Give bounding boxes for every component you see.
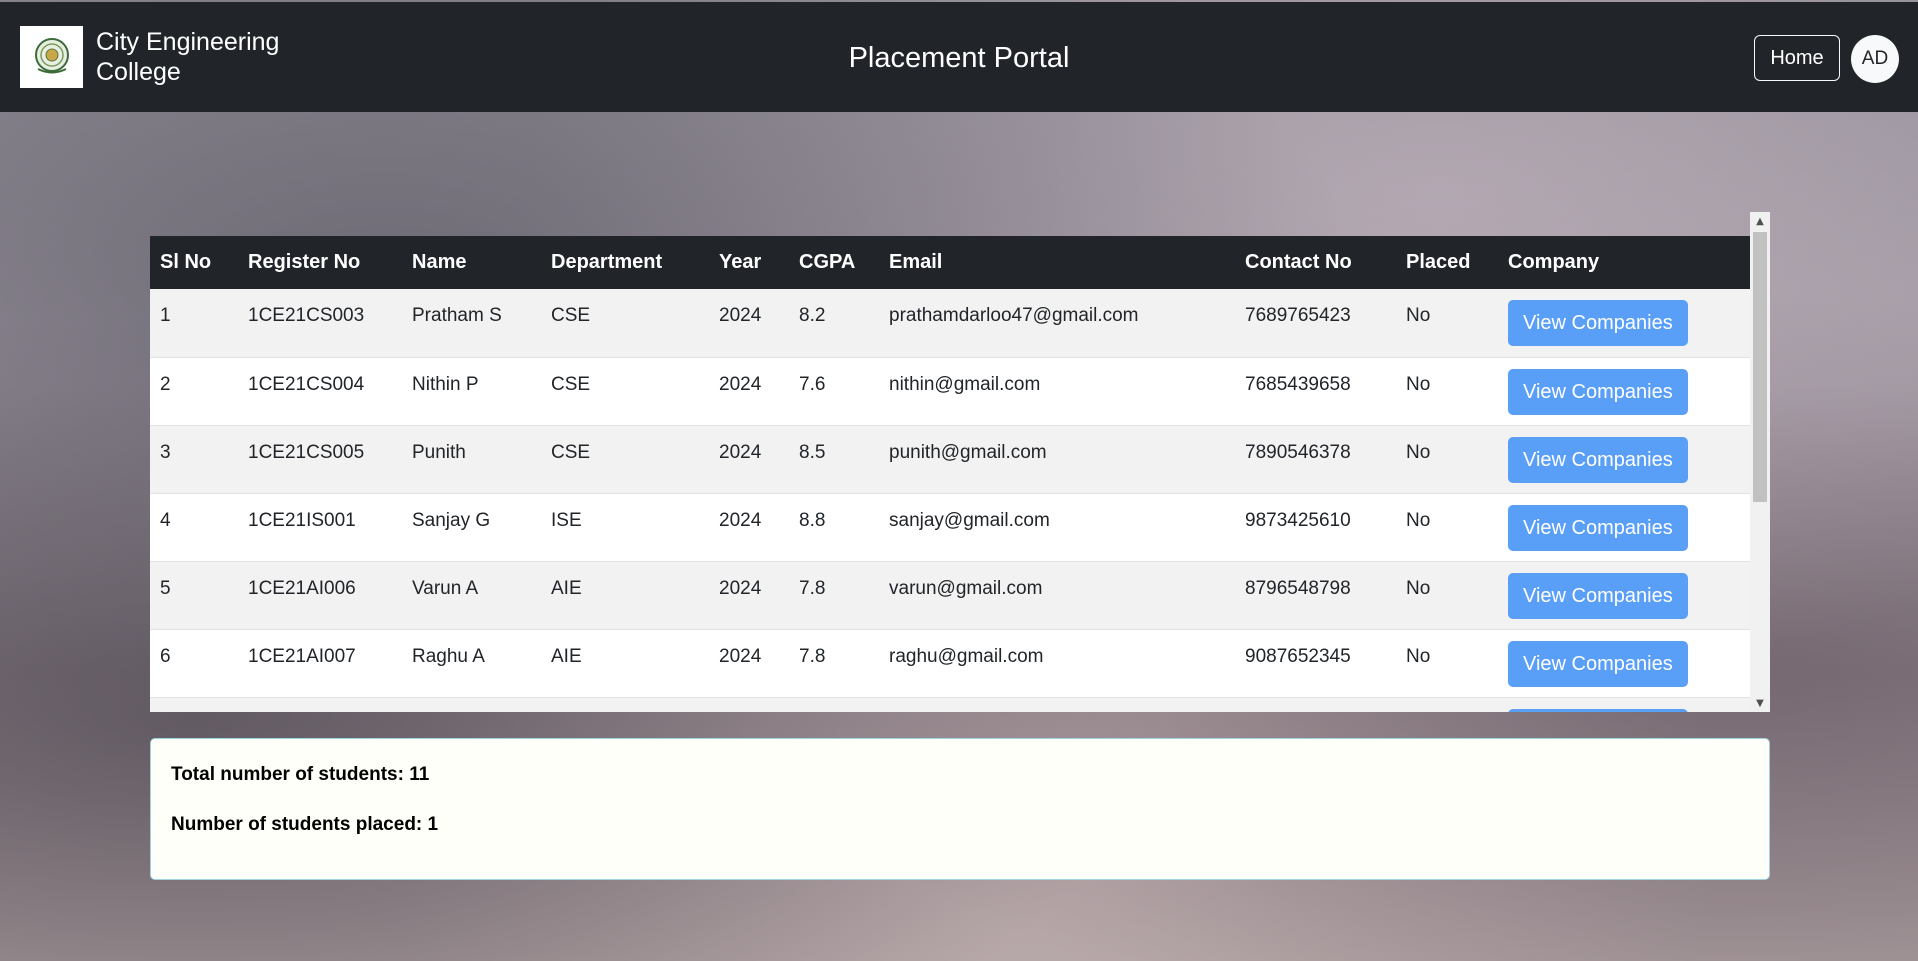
scrollbar-thumb[interactable] <box>1753 232 1767 502</box>
cell-contact-no: 9087652345 <box>1235 629 1396 698</box>
cell-placed: No <box>1396 357 1498 426</box>
cell-cgpa: 7.6 <box>789 357 879 426</box>
cell-sl-no: 6 <box>150 629 238 698</box>
cell-contact-no: 7685439658 <box>1235 357 1396 426</box>
students-table-container[interactable]: Sl No Register No Name Department Year C… <box>150 212 1770 712</box>
cell-year: 2024 <box>709 425 789 494</box>
cell-company: View Companies <box>1498 357 1750 426</box>
cell-register-no: 1CE21CS004 <box>238 357 402 426</box>
cell-sl-no: 1 <box>150 289 238 358</box>
col-department: Department <box>551 251 663 273</box>
cell-company: View Companies <box>1498 629 1750 698</box>
col-company: Company <box>1508 251 1600 273</box>
col-contact-no: Contact No <box>1245 251 1352 273</box>
home-button[interactable]: Home <box>1754 35 1840 81</box>
cell-department: ISE <box>541 493 709 562</box>
table-row: 6 1CE21AI007 Raghu A AIE 2024 7.8 raghu@… <box>150 629 1750 698</box>
cell-year: 2024 <box>709 289 789 358</box>
table-row: 2 1CE21CS004 Nithin P CSE 2024 7.6 nithi… <box>150 357 1750 426</box>
cell-placed: No <box>1396 289 1498 358</box>
cell-contact-no: 9873425610 <box>1235 493 1396 562</box>
table-header-row: Sl No Register No Name Department Year C… <box>150 236 1750 289</box>
cell-department: AIE <box>541 629 709 698</box>
cell-email: sanjay@gmail.com <box>879 493 1235 562</box>
cell-sl-no: 5 <box>150 561 238 630</box>
cell-company: View Companies <box>1498 697 1750 712</box>
table-row: View Companies <box>150 697 1750 712</box>
cell-cgpa: 8.8 <box>789 493 879 562</box>
view-companies-button[interactable]: View Companies <box>1508 436 1688 483</box>
col-placed: Placed <box>1406 251 1471 273</box>
view-companies-button[interactable]: View Companies <box>1508 572 1688 619</box>
cell-contact-no: 8796548798 <box>1235 561 1396 630</box>
cell-name: Raghu A <box>402 629 541 698</box>
cell-year: 2024 <box>709 561 789 630</box>
cell-company: View Companies <box>1498 493 1750 562</box>
view-companies-button[interactable]: View Companies <box>1508 300 1688 346</box>
cell-register-no: 1CE21CS005 <box>238 425 402 494</box>
view-companies-button[interactable]: View Companies <box>1508 708 1688 712</box>
col-sl-no: Sl No <box>160 251 212 273</box>
cell-placed: No <box>1396 425 1498 494</box>
cell-email: varun@gmail.com <box>879 561 1235 630</box>
cell-sl-no: 2 <box>150 357 238 426</box>
students-placed-text: Number of students placed: 1 <box>171 814 439 835</box>
cell-name: Nithin P <box>402 357 541 426</box>
cell-company: View Companies <box>1498 289 1750 358</box>
cell-register-no: 1CE21AI006 <box>238 561 402 630</box>
cell-placed: No <box>1396 629 1498 698</box>
cell-placed: No <box>1396 561 1498 630</box>
col-email: Email <box>889 251 943 273</box>
students-table: Sl No Register No Name Department Year C… <box>150 236 1750 712</box>
table-row: 3 1CE21CS005 Punith CSE 2024 8.5 punith@… <box>150 425 1750 494</box>
col-name: Name <box>412 251 467 273</box>
cell-register-no: 1CE21CS003 <box>238 289 402 358</box>
scroll-down-arrow-icon[interactable]: ▼ <box>1750 694 1770 712</box>
cell-department: CSE <box>541 289 709 358</box>
top-navbar: City Engineering College Placement Porta… <box>0 2 1918 112</box>
cell-email: nithin@gmail.com <box>879 357 1235 426</box>
cell-sl-no: 4 <box>150 493 238 562</box>
cell-cgpa: 8.2 <box>789 289 879 358</box>
cell-year: 2024 <box>709 493 789 562</box>
cell-name: Sanjay G <box>402 493 541 562</box>
table-row: 1 1CE21CS003 Pratham S CSE 2024 8.2 prat… <box>150 289 1750 358</box>
cell-contact-no: 7890546378 <box>1235 425 1396 494</box>
cell-name: Punith <box>402 425 541 494</box>
cell-year: 2024 <box>709 357 789 426</box>
cell-company: View Companies <box>1498 561 1750 630</box>
cell-register-no: 1CE21AI007 <box>238 629 402 698</box>
view-companies-button[interactable]: View Companies <box>1508 504 1688 551</box>
cell-sl-no: 3 <box>150 425 238 494</box>
cell-name: Pratham S <box>402 289 541 358</box>
view-companies-button[interactable]: View Companies <box>1508 640 1688 687</box>
col-cgpa: CGPA <box>799 251 856 273</box>
user-avatar[interactable]: AD <box>1851 35 1899 83</box>
cell-email: raghu@gmail.com <box>879 629 1235 698</box>
scroll-up-arrow-icon[interactable]: ▲ <box>1750 212 1770 230</box>
summary-panel: Total number of students: 11 Number of s… <box>150 738 1770 880</box>
cell-department: CSE <box>541 357 709 426</box>
cell-cgpa: 8.5 <box>789 425 879 494</box>
page-title: Placement Portal <box>848 42 1070 74</box>
cell-register-no: 1CE21IS001 <box>238 493 402 562</box>
cell-placed: No <box>1396 493 1498 562</box>
col-register-no: Register No <box>248 251 361 273</box>
table-row: 5 1CE21AI006 Varun A AIE 2024 7.8 varun@… <box>150 561 1750 630</box>
cell-contact-no: 7689765423 <box>1235 289 1396 358</box>
cell-year: 2024 <box>709 629 789 698</box>
cell-department: AIE <box>541 561 709 630</box>
cell-email: prathamdarloo47@gmail.com <box>879 289 1235 358</box>
cell-cgpa: 7.8 <box>789 561 879 630</box>
view-companies-button[interactable]: View Companies <box>1508 368 1688 415</box>
table-row: 4 1CE21IS001 Sanjay G ISE 2024 8.8 sanja… <box>150 493 1750 562</box>
total-students-text: Total number of students: 11 <box>171 764 430 785</box>
table-scrollbar[interactable]: ▲ ▼ <box>1750 212 1770 712</box>
col-year: Year <box>719 251 762 273</box>
cell-email: punith@gmail.com <box>879 425 1235 494</box>
cell-name: Varun A <box>402 561 541 630</box>
cell-department: CSE <box>541 425 709 494</box>
cell-company: View Companies <box>1498 425 1750 494</box>
cell-cgpa: 7.8 <box>789 629 879 698</box>
